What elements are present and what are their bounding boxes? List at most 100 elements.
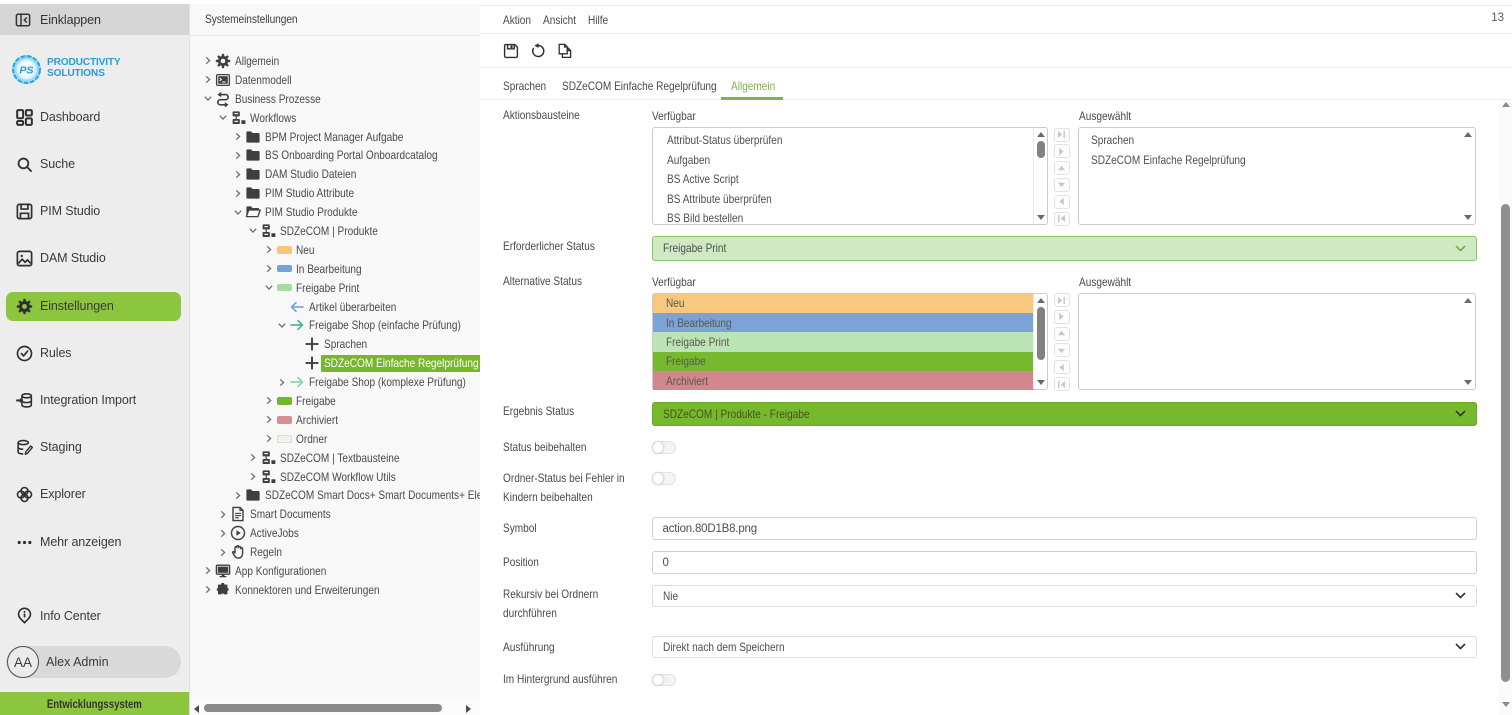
tree-node[interactable]: Neu	[190, 240, 480, 259]
transfer-down-button[interactable]	[1054, 178, 1070, 192]
transfer-right-end-button[interactable]	[1054, 293, 1070, 307]
sidebar-item-rules[interactable]: Rules	[6, 339, 181, 368]
tree-node[interactable]: Freigabe Shop (einfache Prüfung)	[190, 316, 480, 335]
ausfuehrung-select[interactable]: Direkt nach dem Speichern	[652, 636, 1478, 659]
chevron-right-icon[interactable]	[234, 491, 242, 500]
chevron-right-icon[interactable]	[204, 566, 212, 575]
main-scrollbar-thumb[interactable]	[1501, 204, 1510, 682]
chevron-down-icon[interactable]	[234, 208, 242, 217]
tree-node[interactable]: ActiveJobs	[190, 524, 480, 543]
tree-node[interactable]: PIM Studio Produkte	[190, 203, 480, 222]
listbox-option[interactable]: Freigabe Print	[653, 332, 1034, 351]
tree-node[interactable]: Sprachen	[190, 335, 480, 354]
transfer-right-end-button[interactable]	[1054, 128, 1070, 142]
chevron-right-icon[interactable]	[219, 548, 227, 557]
chevron-right-icon[interactable]	[234, 132, 242, 141]
tree-node[interactable]: SDZeCOM | Textbausteine	[190, 448, 480, 467]
sidebar-item-mehr-anzeigen[interactable]: Mehr anzeigen	[6, 528, 181, 557]
transfer-right-button[interactable]	[1054, 144, 1070, 158]
copy-button[interactable]	[557, 43, 573, 59]
tree-node[interactable]: SDZeCOM Workflow Utils	[190, 467, 480, 486]
scroll-left-icon[interactable]	[194, 705, 199, 713]
chevron-right-icon[interactable]	[265, 415, 273, 424]
aktionsbausteine-selected-listbox[interactable]: Sprachen SDZeCOM Einfache Regelprüfung	[1078, 127, 1476, 225]
listbox-option[interactable]: Freigabe	[653, 352, 1034, 371]
undo-button[interactable]	[530, 43, 546, 59]
main-vertical-scrollbar[interactable]	[1499, 100, 1512, 715]
chevron-right-icon[interactable]	[265, 434, 273, 443]
transfer-left-button[interactable]	[1054, 360, 1070, 374]
tree-node[interactable]: Workflows	[190, 108, 480, 127]
tree-node[interactable]: Allgemein	[190, 52, 480, 71]
listbox-option[interactable]: BS Active Script	[667, 172, 739, 186]
listbox-scrollbar[interactable]	[1033, 294, 1047, 390]
scroll-down-icon[interactable]	[1464, 380, 1472, 385]
chevron-right-icon[interactable]	[249, 453, 257, 462]
listbox-option[interactable]: Aufgaben	[667, 153, 710, 167]
tree-scrollbar-thumb[interactable]	[204, 704, 442, 712]
chevron-right-icon[interactable]	[204, 75, 212, 84]
menu-hilfe[interactable]: Hilfe	[588, 13, 608, 27]
scroll-up-icon[interactable]	[1037, 298, 1045, 303]
tree-node[interactable]: Smart Documents	[190, 505, 480, 524]
transfer-down-button[interactable]	[1054, 343, 1070, 357]
tree-node[interactable]: Datenmodell	[190, 70, 480, 89]
chevron-down-icon[interactable]	[265, 283, 273, 292]
ordner_status-toggle[interactable]	[652, 472, 676, 485]
menu-ansicht[interactable]: Ansicht	[543, 13, 576, 27]
listbox-option[interactable]: Sprachen	[1091, 133, 1134, 147]
scroll-up-icon[interactable]	[1464, 132, 1472, 137]
tree-node[interactable]: BS Onboarding Portal Onboardcatalog	[190, 146, 480, 165]
sidebar-item-pim-studio[interactable]: PIM Studio	[6, 197, 181, 226]
listbox-option[interactable]: Neu	[653, 294, 1034, 313]
listbox-scrollbar[interactable]	[1033, 128, 1047, 224]
chevron-right-icon[interactable]	[234, 189, 242, 198]
tree-node[interactable]: Ordner	[190, 429, 480, 448]
sidebar-item-staging[interactable]: Staging	[6, 433, 181, 462]
tab-sdzecom-einfache-regelprüfung[interactable]: SDZeCOM Einfache Regelprüfung	[562, 70, 717, 102]
listbox-option[interactable]: Archiviert	[653, 371, 1034, 390]
alternative_status-selected-listbox[interactable]	[1078, 293, 1476, 391]
scroll-up-icon[interactable]	[1464, 298, 1472, 303]
erforderlicher_status-select[interactable]: Freigabe Print	[652, 236, 1478, 261]
scroll-down-icon[interactable]	[1037, 215, 1045, 220]
listbox-option[interactable]: Attribut-Status überprüfen	[667, 133, 782, 147]
tab-allgemein[interactable]: Allgemein	[731, 70, 775, 102]
save-button[interactable]	[503, 43, 519, 59]
alternative_status-available-listbox[interactable]: NeuIn BearbeitungFreigabe PrintFreigabeA…	[652, 293, 1049, 391]
sidebar-item-info-center[interactable]: Info Center	[6, 601, 181, 630]
sidebar-item-integration-import[interactable]: Integration Import	[6, 386, 181, 415]
chevron-right-icon[interactable]	[234, 151, 242, 160]
menu-aktion[interactable]: Aktion	[503, 13, 531, 27]
chevron-down-icon[interactable]	[204, 94, 212, 103]
tree-horizontal-scrollbar[interactable]	[190, 701, 480, 715]
transfer-left-button[interactable]	[1054, 195, 1070, 209]
transfer-left-end-button[interactable]	[1054, 212, 1070, 226]
listbox-scrollbar-thumb[interactable]	[1037, 307, 1045, 360]
scroll-up-icon[interactable]	[1037, 132, 1045, 137]
tree-node[interactable]: Artikel überarbeiten	[190, 297, 480, 316]
transfer-up-button[interactable]	[1054, 161, 1070, 175]
aktionsbausteine-available-listbox[interactable]: Attribut-Status überprüfen Aufgaben BS Act…	[652, 127, 1049, 225]
tree-node[interactable]: Regeln	[190, 543, 480, 562]
chevron-right-icon[interactable]	[249, 472, 257, 481]
user-menu[interactable]: AA Alex Admin	[6, 646, 181, 678]
listbox-option[interactable]: BS Bild bestellen	[667, 211, 743, 225]
scroll-right-icon[interactable]	[466, 705, 471, 713]
tree-node[interactable]: SDZeCOM Smart Docs+ Smart Documents+ Ele…	[190, 486, 480, 505]
chevron-right-icon[interactable]	[278, 378, 286, 387]
status_beibehalten-toggle[interactable]	[652, 441, 676, 454]
tab-sprachen[interactable]: Sprachen	[503, 70, 546, 102]
chevron-down-icon[interactable]	[219, 113, 227, 122]
symbol-input[interactable]	[652, 517, 1478, 540]
sidebar-item-dashboard[interactable]: Dashboard	[6, 103, 181, 132]
chevron-right-icon[interactable]	[234, 170, 242, 179]
sidebar-item-explorer[interactable]: Explorer	[6, 480, 181, 509]
tree-node[interactable]: Freigabe Print	[190, 278, 480, 297]
chevron-right-icon[interactable]	[265, 264, 273, 273]
position-input[interactable]	[652, 551, 1478, 574]
scroll-up-icon[interactable]	[1502, 102, 1510, 107]
listbox-option[interactable]: SDZeCOM Einfache Regelprüfung	[1091, 153, 1246, 167]
chevron-right-icon[interactable]	[204, 585, 212, 594]
chevron-right-icon[interactable]	[219, 510, 227, 519]
